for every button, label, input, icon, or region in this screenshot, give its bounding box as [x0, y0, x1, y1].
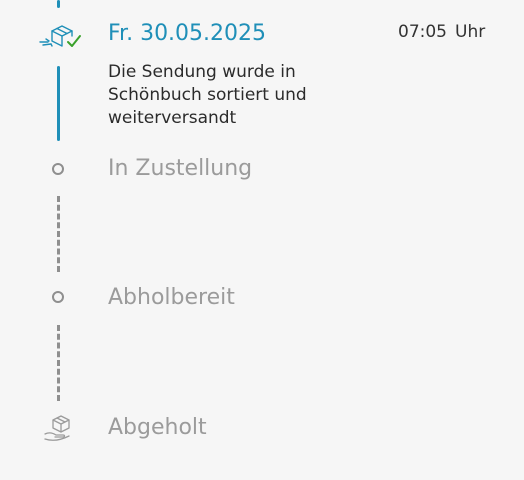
package-sorted-check-icon — [38, 22, 84, 52]
step-label-in-zustellung: In Zustellung — [108, 156, 253, 181]
current-step-time: 07:05 Uhr — [398, 21, 485, 43]
step-label-abgeholt: Abgeholt — [108, 415, 207, 440]
package-pickup-icon — [43, 414, 75, 442]
timeline-connector-pending — [57, 196, 60, 272]
current-step-date: Fr. 30.05.2025 — [108, 21, 267, 46]
circle-icon — [52, 163, 64, 175]
current-step-description: Die Sendung wurde in Schönbuch sortiert … — [108, 61, 408, 130]
circle-icon — [52, 291, 64, 303]
description-line: weiterversandt — [108, 108, 237, 128]
description-line: Schönbuch sortiert und — [108, 85, 307, 105]
timeline-connector-pending — [57, 325, 60, 401]
timeline-connector-completed — [57, 66, 60, 141]
timeline-connector-top — [57, 0, 60, 8]
description-line: Die Sendung wurde in — [108, 62, 296, 82]
step-label-abholbereit: Abholbereit — [108, 285, 235, 310]
time-unit: Uhr — [455, 22, 486, 42]
time-value: 07:05 — [398, 22, 447, 42]
